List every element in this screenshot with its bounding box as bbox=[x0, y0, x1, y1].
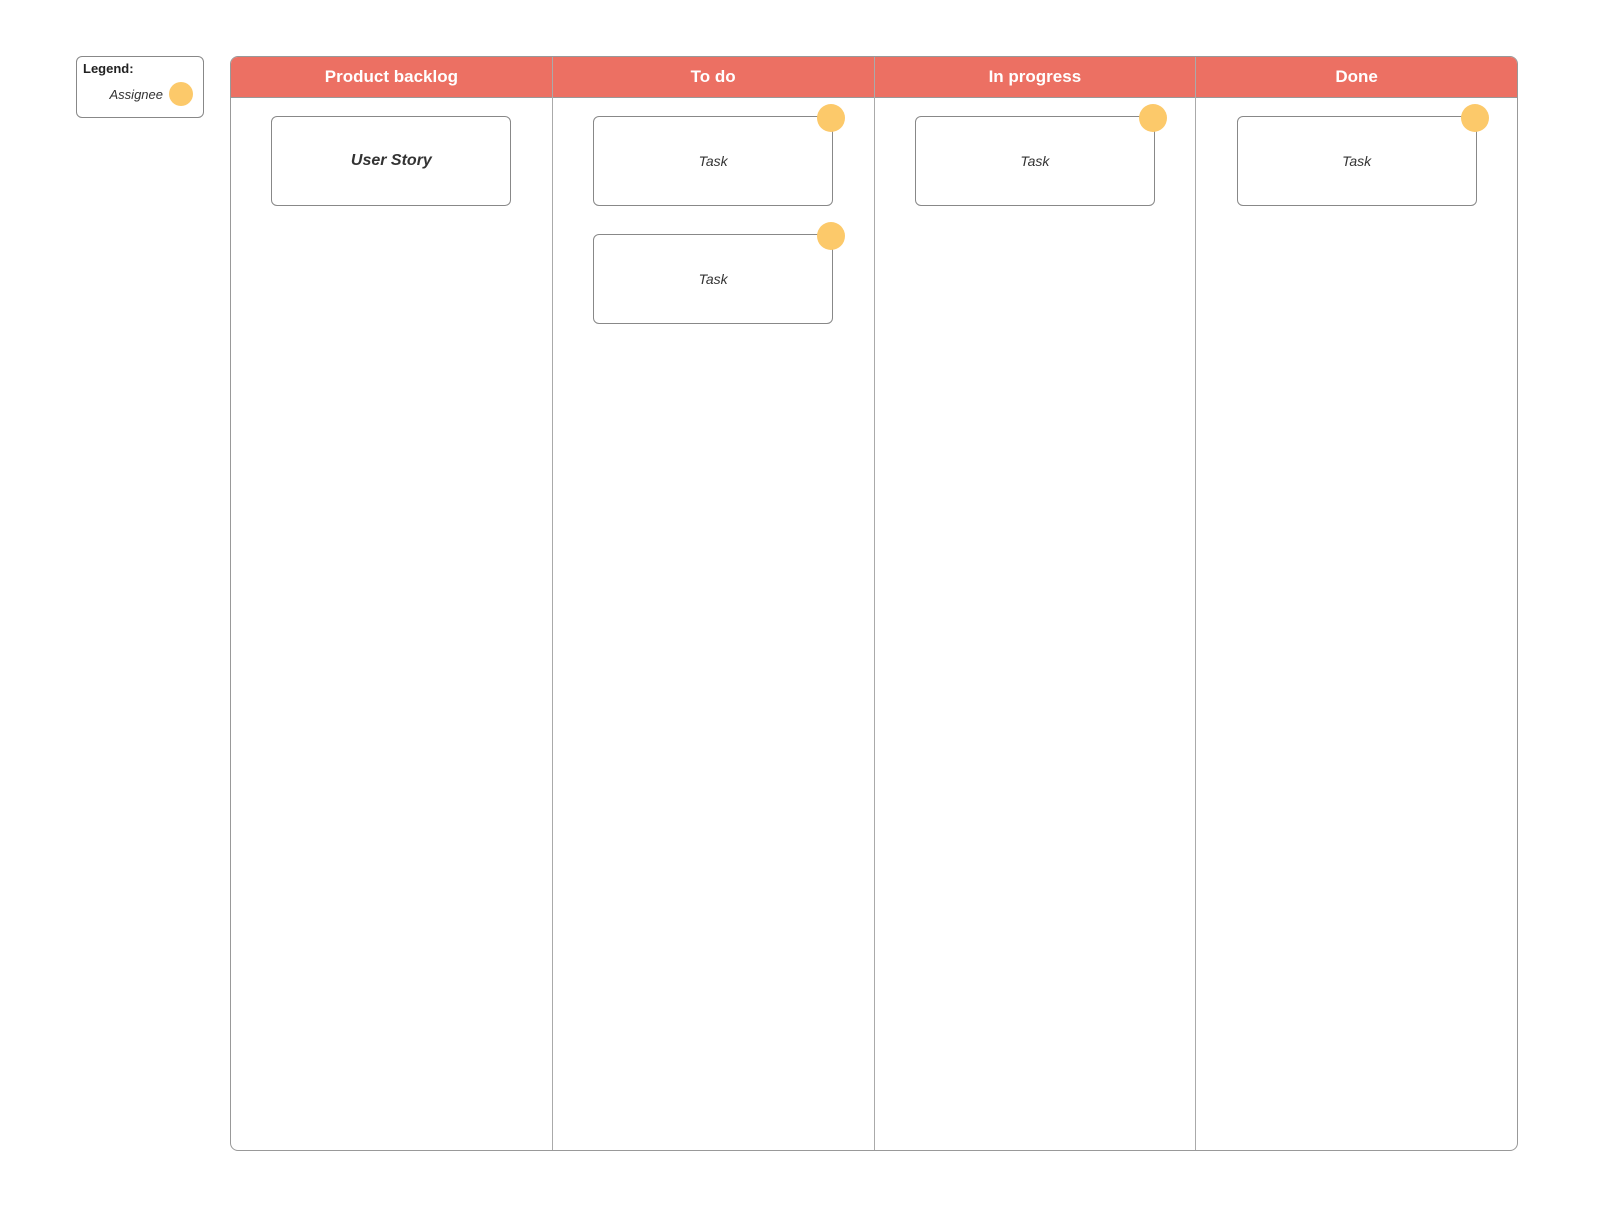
column-header: To do bbox=[553, 57, 874, 98]
column-header: Done bbox=[1196, 57, 1517, 98]
legend-title: Legend: bbox=[83, 61, 197, 76]
card-label: Task bbox=[1342, 153, 1371, 169]
column-done[interactable]: Done Task bbox=[1196, 57, 1517, 1150]
column-in-progress[interactable]: In progress Task bbox=[875, 57, 1197, 1150]
card-label: Task bbox=[699, 271, 728, 287]
assignee-dot-icon bbox=[1139, 104, 1167, 132]
legend-row: Assignee bbox=[83, 82, 197, 106]
column-body: Task bbox=[875, 98, 1196, 1150]
column-body: Task Task bbox=[553, 98, 874, 1150]
legend-assignee-label: Assignee bbox=[110, 87, 163, 102]
card-task[interactable]: Task bbox=[593, 234, 833, 324]
column-body: User Story bbox=[231, 98, 552, 1150]
column-header: In progress bbox=[875, 57, 1196, 98]
legend-box: Legend: Assignee bbox=[76, 56, 204, 118]
column-product-backlog[interactable]: Product backlog User Story bbox=[231, 57, 553, 1150]
assignee-dot-icon bbox=[817, 222, 845, 250]
assignee-dot-icon bbox=[817, 104, 845, 132]
assignee-dot-icon bbox=[1461, 104, 1489, 132]
card-label: Task bbox=[1020, 153, 1049, 169]
column-to-do[interactable]: To do Task Task bbox=[553, 57, 875, 1150]
card-label: Task bbox=[699, 153, 728, 169]
assignee-dot-icon bbox=[169, 82, 193, 106]
card-task[interactable]: Task bbox=[593, 116, 833, 206]
kanban-board: Product backlog User Story To do Task Ta… bbox=[230, 56, 1518, 1151]
column-header: Product backlog bbox=[231, 57, 552, 98]
card-task[interactable]: Task bbox=[915, 116, 1155, 206]
card-user-story[interactable]: User Story bbox=[271, 116, 511, 206]
card-task[interactable]: Task bbox=[1237, 116, 1477, 206]
card-label: User Story bbox=[351, 152, 432, 170]
column-body: Task bbox=[1196, 98, 1517, 1150]
